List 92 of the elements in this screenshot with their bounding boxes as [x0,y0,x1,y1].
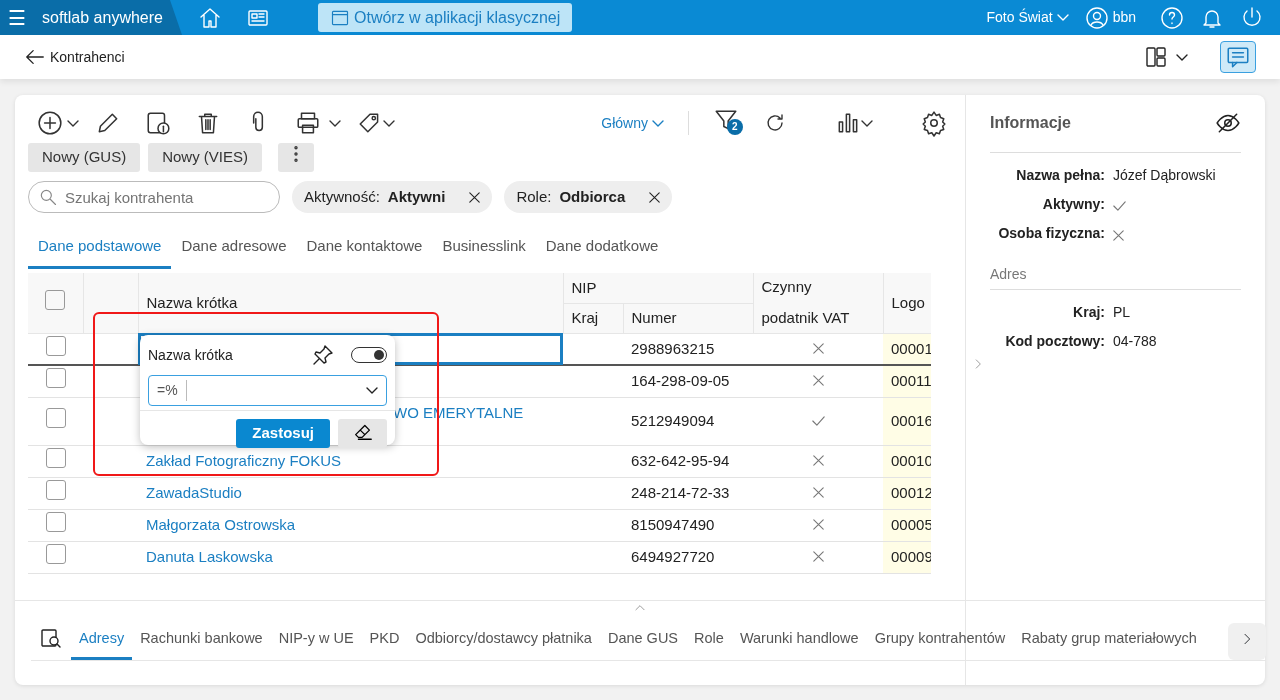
caret-icon [1056,14,1069,21]
tab[interactable]: NIP-y w UE [270,628,362,660]
printer-icon[interactable] [295,110,321,136]
tab[interactable]: Odbiorcy/dostawcy płatnika [407,628,600,660]
help-icon[interactable] [1160,5,1184,30]
field-label: Osoba fizyczna: [997,224,1105,243]
contractor-link[interactable]: Zakład Fotograficzny FOKUS [146,451,342,469]
add-icon[interactable] [37,110,63,136]
user-name[interactable]: bbn [1112,7,1136,28]
table-cell: 2988963215 [631,339,715,357]
row-checkbox[interactable] [45,479,66,500]
field-value: PL [1113,303,1131,322]
chip-label: Aktywność: [304,186,380,207]
tab[interactable]: Dane adresowe [171,235,297,269]
table-cell: 632-642-95-94 [631,451,730,469]
table-cell: 5212949094 [631,411,715,429]
view-selector[interactable]: Główny [601,112,664,134]
row-checkbox[interactable] [45,368,66,388]
table-cell: 6494927720 [631,547,715,565]
selected-cell[interactable] [138,333,563,365]
contractor-link[interactable]: Małgorzata Ostrowska [146,515,296,533]
contractor-link[interactable]: ZawadaStudio [146,483,242,501]
popup-title: Nazwa krótka [148,345,233,365]
chat-icon[interactable] [1220,41,1256,73]
table-cell: 8150947490 [631,515,715,533]
field-label: Nazwa pełna: [1015,166,1105,185]
home-icon[interactable] [198,5,222,30]
operator-button[interactable]: =% [149,380,187,401]
panel-title: Informacje [990,113,1071,133]
tab[interactable]: Adresy [71,628,133,660]
pin-icon[interactable] [311,343,335,367]
row-checkbox[interactable] [45,543,66,564]
menu-button[interactable]: ☰ [8,2,26,33]
chip-value: Aktywni [387,186,446,207]
contractor-link[interactable]: Danuta Laskowska [146,547,273,565]
tab[interactable]: Role [686,628,732,660]
column-header[interactable]: Czynny [761,276,875,299]
brand-name: softlab anywhere [42,7,163,28]
field-value: Józef Dąbrowski [1113,166,1216,185]
toolbar-button[interactable]: Nowy (VIES) [148,143,263,172]
search-icon [38,187,58,207]
field-label: Aktywny: [1041,195,1105,214]
search-field[interactable]: Szukaj kontrahenta [28,181,280,213]
more-button[interactable] [278,143,315,172]
caret-icon[interactable] [861,119,873,127]
tab[interactable]: Dane podstawowe [28,235,172,269]
table-cell: 248-214-72-33 [631,483,730,501]
apply-button[interactable]: Zastosuj [236,419,330,448]
chip-label: Role: [516,186,552,207]
row-checkbox[interactable] [45,511,66,532]
caret-icon[interactable] [383,119,395,127]
tab[interactable]: Dane kontaktowe [296,235,433,269]
tab[interactable]: PKD [361,628,408,660]
more-icon [294,146,299,163]
select-all-checkbox[interactable] [45,289,66,310]
tab[interactable]: Businesslink [432,235,536,269]
page-title: Kontrahenci [50,47,125,67]
column-header[interactable]: NIP [571,278,597,296]
caret-icon[interactable] [1176,53,1188,61]
row-checkbox[interactable] [45,335,66,356]
table-cell: 00011 [891,372,931,389]
caret-icon [652,119,664,127]
caret-icon [366,387,378,394]
close-icon[interactable] [469,191,481,203]
chip-value: Odbiorca [559,186,626,207]
caret-icon[interactable] [67,119,79,127]
filter-count-badge: 2 [727,119,743,135]
column-header[interactable]: podatnik VAT [761,306,875,330]
tab[interactable]: Grupy kontrahentów [866,628,1014,660]
clear-button[interactable] [338,419,387,448]
column-header[interactable]: Nazwa krótka [146,293,238,311]
filter-input-field[interactable]: =% [148,375,387,406]
caret-icon[interactable] [329,119,341,127]
settings-icon[interactable] [921,110,947,136]
field-label: Kod pocztowy: [1004,332,1105,351]
toolbar-button[interactable]: Nowy (GUS) [28,143,141,172]
tab[interactable]: Warunki handlowe [731,628,867,660]
table-cell: 164-298-09-05 [631,372,730,389]
close-icon[interactable] [649,191,661,203]
company-selector[interactable]: Foto Świat [986,7,1069,28]
tab[interactable]: Dane GUS [599,628,687,660]
user-icon[interactable] [1084,5,1109,30]
document-info-icon[interactable] [145,110,171,136]
section-title: Adres [990,266,1027,282]
tab[interactable]: Rachunki bankowe [132,628,271,660]
tab[interactable]: Dane dodatkowe [535,235,669,269]
row-checkbox[interactable] [45,447,66,468]
tab[interactable]: Rabaty grup materiałowych [1013,628,1205,660]
field-label: Kraj: [1072,303,1105,322]
row-checkbox[interactable] [45,407,66,428]
layout-icon[interactable] [1144,45,1168,69]
field-value: 04-788 [1113,332,1157,351]
